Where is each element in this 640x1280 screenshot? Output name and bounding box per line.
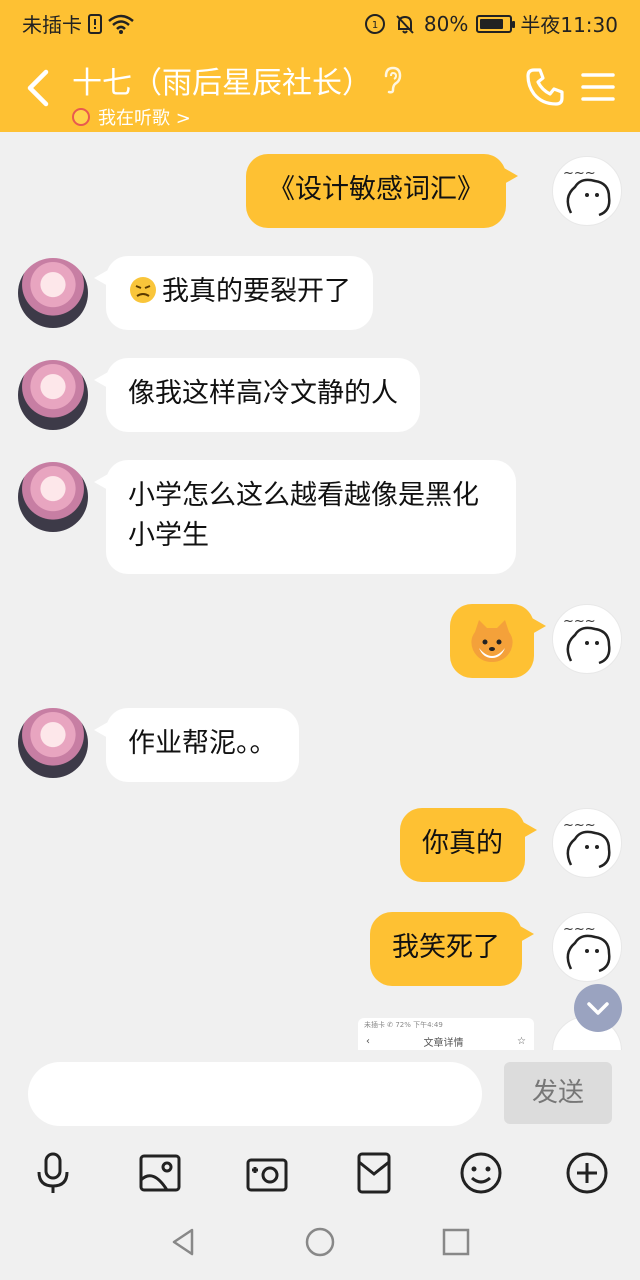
message-text: 《设计敏感词汇》 <box>268 174 484 205</box>
message-text: 我笑死了 <box>392 932 500 963</box>
svg-text:~~~: ~~~ <box>563 922 596 937</box>
camera-icon[interactable] <box>244 1150 290 1196</box>
message-text: 像我这样高冷文静的人 <box>128 378 398 409</box>
message-bubble-in[interactable]: 像我这样高冷文静的人 <box>94 358 420 432</box>
wifi-icon <box>108 14 134 34</box>
chat-title-area[interactable]: 十七（雨后星辰社长） 我在听歌 > <box>72 58 404 130</box>
svg-text:~~~: ~~~ <box>563 818 596 833</box>
nav-home-icon[interactable] <box>302 1224 338 1260</box>
contact-avatar[interactable] <box>18 708 88 778</box>
plus-icon[interactable] <box>564 1150 610 1196</box>
chevron-down-icon <box>587 1002 609 1015</box>
message-input[interactable] <box>28 1062 482 1126</box>
send-button[interactable]: 发送 <box>504 1062 612 1124</box>
red-packet-icon[interactable] <box>351 1150 397 1196</box>
svg-text:~~~: ~~~ <box>563 166 596 181</box>
tool-bar <box>0 1142 640 1202</box>
my-avatar[interactable]: ~~~ <box>552 808 622 878</box>
music-status-emoji <box>72 108 90 126</box>
message-text: 你真的 <box>422 828 503 859</box>
alert-sim-icon <box>88 13 102 34</box>
status-time: 半夜11:30 <box>520 13 618 37</box>
message-text: 小学怎么这么越看越像是黑化小学生 <box>128 480 479 551</box>
message-bubble-in[interactable]: 我真的要裂开了 <box>94 256 373 330</box>
mute-bell-icon <box>396 14 414 34</box>
preview-status: 未插卡 ✆ 72% 下午4:49 <box>364 1021 443 1029</box>
chat-header: 未插卡 1 80% 半夜11:30 十七（雨后星辰社长） 我在听歌 > <box>0 0 640 132</box>
my-avatar[interactable]: ~~~ <box>552 156 622 226</box>
chat-title: 十七（雨后星辰社长） <box>72 66 372 101</box>
menu-icon[interactable] <box>578 68 618 106</box>
nav-back-icon[interactable] <box>166 1224 202 1260</box>
svg-text:1: 1 <box>372 20 378 31</box>
microphone-icon[interactable] <box>30 1150 76 1196</box>
battery-icon <box>476 14 516 33</box>
preview-back-icon: ‹ <box>366 1036 370 1047</box>
message-bubble-out[interactable]: 我笑死了 <box>370 912 534 986</box>
message-text: 作业帮泥。。 <box>128 728 277 759</box>
preview-title: 文章详情 <box>423 1038 464 1049</box>
frustrated-emoji-icon <box>130 277 156 303</box>
back-arrow-icon[interactable] <box>18 64 58 112</box>
scroll-to-bottom-button[interactable] <box>574 984 622 1032</box>
svg-text:~~~: ~~~ <box>563 614 596 629</box>
chat-status: 我在听歌 > <box>98 108 191 129</box>
image-icon[interactable] <box>137 1150 183 1196</box>
emoji-icon[interactable] <box>458 1150 504 1196</box>
contact-avatar[interactable] <box>18 258 88 328</box>
system-nav-bar <box>0 1202 640 1280</box>
data-saver-icon: 1 <box>364 13 385 34</box>
input-bar: 发送 <box>0 1050 640 1142</box>
shiba-dog-emoji-icon <box>471 620 513 662</box>
nav-recents-icon[interactable] <box>438 1224 474 1260</box>
carrier-label: 未插卡 <box>22 13 82 37</box>
battery-percent: 80% <box>423 11 469 36</box>
phone-icon[interactable] <box>524 66 566 108</box>
contact-avatar[interactable] <box>18 462 88 532</box>
preview-star-icon: ☆ <box>517 1036 526 1047</box>
contact-avatar[interactable] <box>18 360 88 430</box>
message-text: 我真的要裂开了 <box>162 276 351 307</box>
ear-icon <box>384 66 402 94</box>
status-bar: 未插卡 1 80% 半夜11:30 <box>0 0 640 44</box>
message-bubble-in[interactable]: 作业帮泥。。 <box>94 708 299 782</box>
message-bubble-in[interactable]: 小学怎么这么越看越像是黑化小学生 <box>94 460 516 574</box>
message-bubble-out[interactable]: 《设计敏感词汇》 <box>246 154 518 228</box>
message-bubble-out[interactable] <box>450 604 546 678</box>
battery-level-fill <box>480 18 503 29</box>
message-list[interactable]: ~~~ 《设计敏感词汇》 我真的要裂开了 像我这样高冷文静的人 小学怎么这么越看… <box>0 132 640 1050</box>
my-avatar[interactable]: ~~~ <box>552 604 622 674</box>
screenshot-preview[interactable]: 未插卡 ✆ 72% 下午4:49 ‹ 文章详情 ☆ <box>358 1018 534 1050</box>
message-bubble-out[interactable]: 你真的 <box>400 808 537 882</box>
my-avatar[interactable]: ~~~ <box>552 912 622 982</box>
